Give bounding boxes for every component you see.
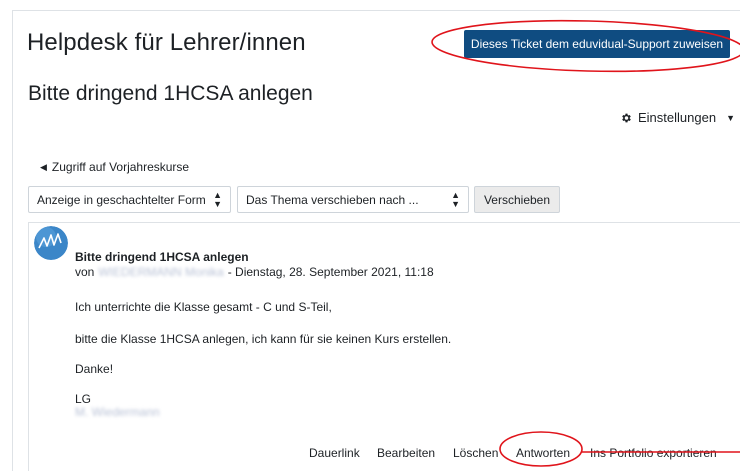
signature-name: M. Wiedermann (75, 405, 160, 419)
author-name[interactable]: WIEDERMANN Monika (98, 265, 223, 279)
post-body-line: bitte die Klasse 1HCSA anlegen, ich kann… (75, 332, 452, 346)
post-body-line: Danke! (75, 362, 114, 376)
permalink-link[interactable]: Dauerlink (309, 446, 360, 460)
post-meta: von WIEDERMANN Monika - Dienstag, 28. Se… (75, 265, 434, 279)
gear-icon (620, 112, 632, 124)
move-topic-value: Das Thema verschieben nach ... (246, 192, 419, 207)
select-arrows-icon: ▲ ▼ (213, 189, 222, 209)
post-date: - Dienstag, 28. September 2021, 11:18 (227, 265, 434, 279)
caret-down-icon: ▼ (726, 112, 735, 123)
delete-link[interactable]: Löschen (453, 446, 498, 460)
move-topic-select[interactable]: Das Thema verschieben nach ... ▲ ▼ (237, 186, 469, 213)
previous-discussion-link[interactable]: ◀ Zugriff auf Vorjahreskurse (40, 160, 189, 174)
post-body-line: Ich unterrichte die Klasse gesamt - C un… (75, 300, 332, 314)
display-mode-select[interactable]: Anzeige in geschachtelter Form ▲ ▼ (28, 186, 231, 213)
avatar[interactable] (34, 226, 68, 260)
previous-discussion-label: Zugriff auf Vorjahreskurse (51, 160, 190, 174)
edit-link[interactable]: Bearbeiten (377, 446, 435, 460)
post-subject: Bitte dringend 1HCSA anlegen (75, 250, 249, 264)
export-portfolio-link[interactable]: Ins Portfolio exportieren (590, 446, 717, 460)
settings-menu[interactable]: Einstellungen ▼ (620, 110, 735, 125)
site-title: Helpdesk für Lehrer/innen (27, 29, 306, 56)
discussion-title: Bitte dringend 1HCSA anlegen (28, 82, 313, 105)
by-prefix: von (75, 265, 95, 279)
settings-label: Einstellungen (638, 110, 717, 125)
signature-greeting: LG (75, 392, 92, 406)
select-arrows-icon: ▲ ▼ (451, 189, 460, 209)
display-mode-value: Anzeige in geschachtelter Form (37, 192, 206, 207)
triangle-left-icon: ◀ (40, 161, 47, 172)
assign-ticket-button[interactable]: Dieses Ticket dem eduvidual-Support zuwe… (464, 30, 730, 58)
move-button[interactable]: Verschieben (474, 186, 560, 213)
reply-link[interactable]: Antworten (516, 446, 570, 460)
